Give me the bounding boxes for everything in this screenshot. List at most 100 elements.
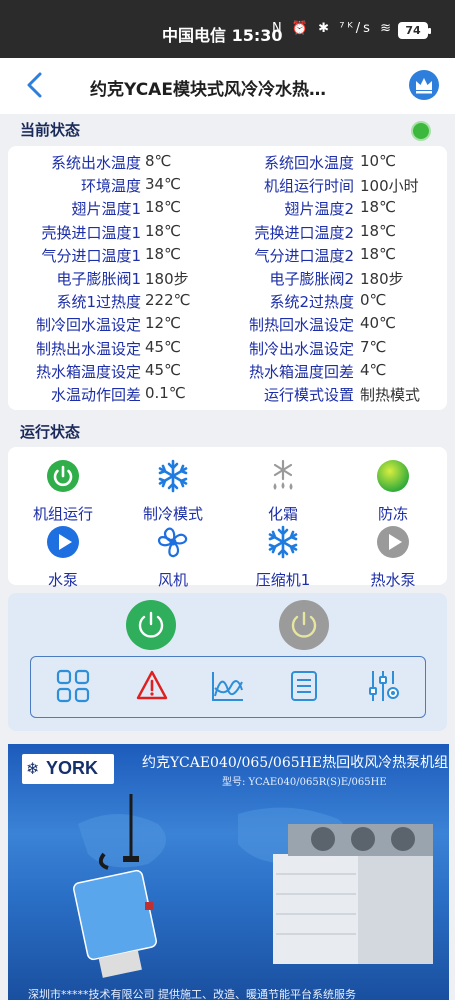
param-value: 4℃ xyxy=(360,360,387,379)
param-value: 40℃ xyxy=(360,314,396,333)
banner-illustration xyxy=(73,794,433,978)
power-off-button[interactable] xyxy=(279,600,329,650)
system-status-bar: 中国电信 15:30 N ⏰ ✱ ⁷ᴷ/s ≋ ⁵ᴳ 74 xyxy=(0,0,455,58)
param-value: 18℃ xyxy=(145,221,181,240)
param-label: 制热出水温设定 xyxy=(35,339,141,358)
current-status-heading: 当前状态 xyxy=(20,121,81,139)
param-value: 100小时 xyxy=(360,177,419,196)
param-label: 翅片温度2 xyxy=(284,200,354,219)
param-label: 壳换进口温度1 xyxy=(41,223,141,242)
play-icon xyxy=(47,526,79,558)
param-value: 180步 xyxy=(360,270,404,288)
param-label: 翅片温度1 xyxy=(71,200,141,219)
param-label: 水温动作回差 xyxy=(50,386,141,404)
parameter-panel: 系统出水温度 8℃ 系统回水温度 10℃ 环境温度 34℃ 机组运行时间 100小时翅片温度1… xyxy=(8,146,447,410)
param-label: 电子膨胀阀1 xyxy=(56,270,141,288)
run-item-label: 压缩机1 xyxy=(255,571,311,589)
power-on-button[interactable] xyxy=(126,600,176,650)
param-label: 系统1过热度 xyxy=(56,293,141,312)
alarm-warning-icon[interactable] xyxy=(135,668,169,704)
param-value: 18℃ xyxy=(360,198,396,217)
run-item-compressor-1: 压缩机1 xyxy=(228,525,338,590)
param-label: 系统2过热度 xyxy=(269,293,354,312)
param-label: 气分进口温度2 xyxy=(254,246,354,265)
param-label: 电子膨胀阀2 xyxy=(269,270,354,288)
snowflake-icon xyxy=(158,459,188,493)
param-label: 热水箱温度设定 xyxy=(35,362,141,381)
run-item-unit-running: 机组运行 xyxy=(8,459,118,524)
param-value: 222℃ xyxy=(145,291,191,310)
param-label: 壳换进口温度2 xyxy=(254,223,354,242)
banner-title: 约克YCAE040/065/065HE热回收风冷热泵机组 xyxy=(142,755,449,771)
param-row: 系统出水温度 8℃ 系统回水温度 10℃ xyxy=(8,152,447,175)
grid-menu-icon[interactable] xyxy=(56,668,90,704)
product-banner: ❄ YORK 约克YCAE040/065/065HE热回收风冷热泵机组 型号: … xyxy=(8,744,449,1000)
param-value: 180步 xyxy=(145,270,189,288)
param-value: 8℃ xyxy=(145,152,172,170)
param-row: 翅片温度1 18℃ 翅片温度2 18℃ xyxy=(8,198,447,221)
run-item-label: 热水泵 xyxy=(370,571,416,589)
param-value: 0℃ xyxy=(360,291,387,310)
power-icon xyxy=(138,611,164,638)
trend-chart-icon[interactable] xyxy=(211,668,245,704)
run-item-hot-water-pump: 热水泵 xyxy=(338,525,448,590)
param-label: 热水箱温度回差 xyxy=(248,362,354,381)
param-value: 34℃ xyxy=(145,175,181,194)
power-on-icon xyxy=(47,460,79,492)
run-item-label: 水泵 xyxy=(47,571,78,589)
play-icon xyxy=(377,526,409,558)
param-label: 系统出水温度 xyxy=(50,154,141,172)
param-value: 12℃ xyxy=(145,314,181,333)
param-value: 18℃ xyxy=(145,198,181,217)
run-item-antifreeze: 防冻 xyxy=(338,459,448,524)
antifreeze-icon xyxy=(377,460,409,492)
param-row: 系统1过热度 222℃ 系统2过热度 0℃ xyxy=(8,291,447,314)
param-row: 制热出水温设定 45℃ 制冷出水温设定 7℃ xyxy=(8,338,447,361)
param-row: 壳换进口温度1 18℃ 壳换进口温度2 18℃ xyxy=(8,222,447,245)
app-bar: 约克YCAE模块式风冷冷水热… xyxy=(0,58,455,114)
param-value: 制热模式 xyxy=(360,386,421,404)
run-item-defrost: 化霜 xyxy=(228,459,338,524)
online-status-dot xyxy=(411,121,431,141)
page-title: 约克YCAE模块式风冷冷水热… xyxy=(90,80,326,100)
param-label: 系统回水温度 xyxy=(263,154,354,172)
status-icons: N ⏰ ✱ ⁷ᴷ/s ≋ ⁵ᴳ xyxy=(272,21,419,36)
york-logo: ❄ YORK xyxy=(22,754,114,784)
param-value: 7℃ xyxy=(360,337,387,356)
document-list-icon[interactable] xyxy=(287,668,321,704)
battery-icon: 74 xyxy=(398,22,431,39)
banner-footer: 深圳市*****技术有限公司 提供施工、改造、暖通节能平台系统服务 xyxy=(28,988,356,1000)
param-label: 制冷回水温设定 xyxy=(35,316,141,335)
param-value: 10℃ xyxy=(360,152,396,170)
run-item-label: 风机 xyxy=(157,571,188,589)
run-item-label: 防冻 xyxy=(377,505,408,523)
run-status-heading: 运行状态 xyxy=(20,423,81,441)
param-label: 气分进口温度1 xyxy=(41,246,141,265)
power-icon xyxy=(291,611,317,638)
run-item-fan: 风机 xyxy=(118,525,228,590)
run-item-cooling-mode: 制冷模式 xyxy=(118,459,228,524)
defrost-icon xyxy=(273,459,293,490)
param-value: 18℃ xyxy=(360,244,396,263)
param-value: 45℃ xyxy=(145,360,181,379)
param-value: 18℃ xyxy=(145,244,181,263)
param-label: 运行模式设置 xyxy=(263,386,354,404)
param-label: 制热回水温设定 xyxy=(248,316,354,335)
snowflake-icon xyxy=(268,525,298,559)
run-item-label: 化霜 xyxy=(267,505,298,523)
fan-icon xyxy=(157,527,188,558)
param-value: 45℃ xyxy=(145,337,181,356)
param-row: 电子膨胀阀1 180步 电子膨胀阀2 180步 xyxy=(8,268,447,291)
param-label: 制冷出水温设定 xyxy=(248,339,354,358)
run-item-label: 制冷模式 xyxy=(142,505,203,523)
crown-icon[interactable] xyxy=(409,70,439,100)
run-item-water-pump: 水泵 xyxy=(8,525,118,590)
run-item-label: 机组运行 xyxy=(32,505,93,523)
param-row: 水温动作回差 0.1℃ 运行模式设置 制热模式 xyxy=(8,384,447,407)
param-row: 环境温度 34℃ 机组运行时间 100小时 xyxy=(8,175,447,198)
back-arrow-icon[interactable] xyxy=(24,70,46,100)
param-row: 气分进口温度1 18℃ 气分进口温度2 18℃ xyxy=(8,245,447,268)
run-status-panel: 机组运行 制冷模式 化霜 防冻 水泵 风机 压缩机1 热水泵 xyxy=(8,447,448,589)
param-value: 18℃ xyxy=(360,221,396,240)
settings-sliders-icon[interactable] xyxy=(366,668,400,704)
